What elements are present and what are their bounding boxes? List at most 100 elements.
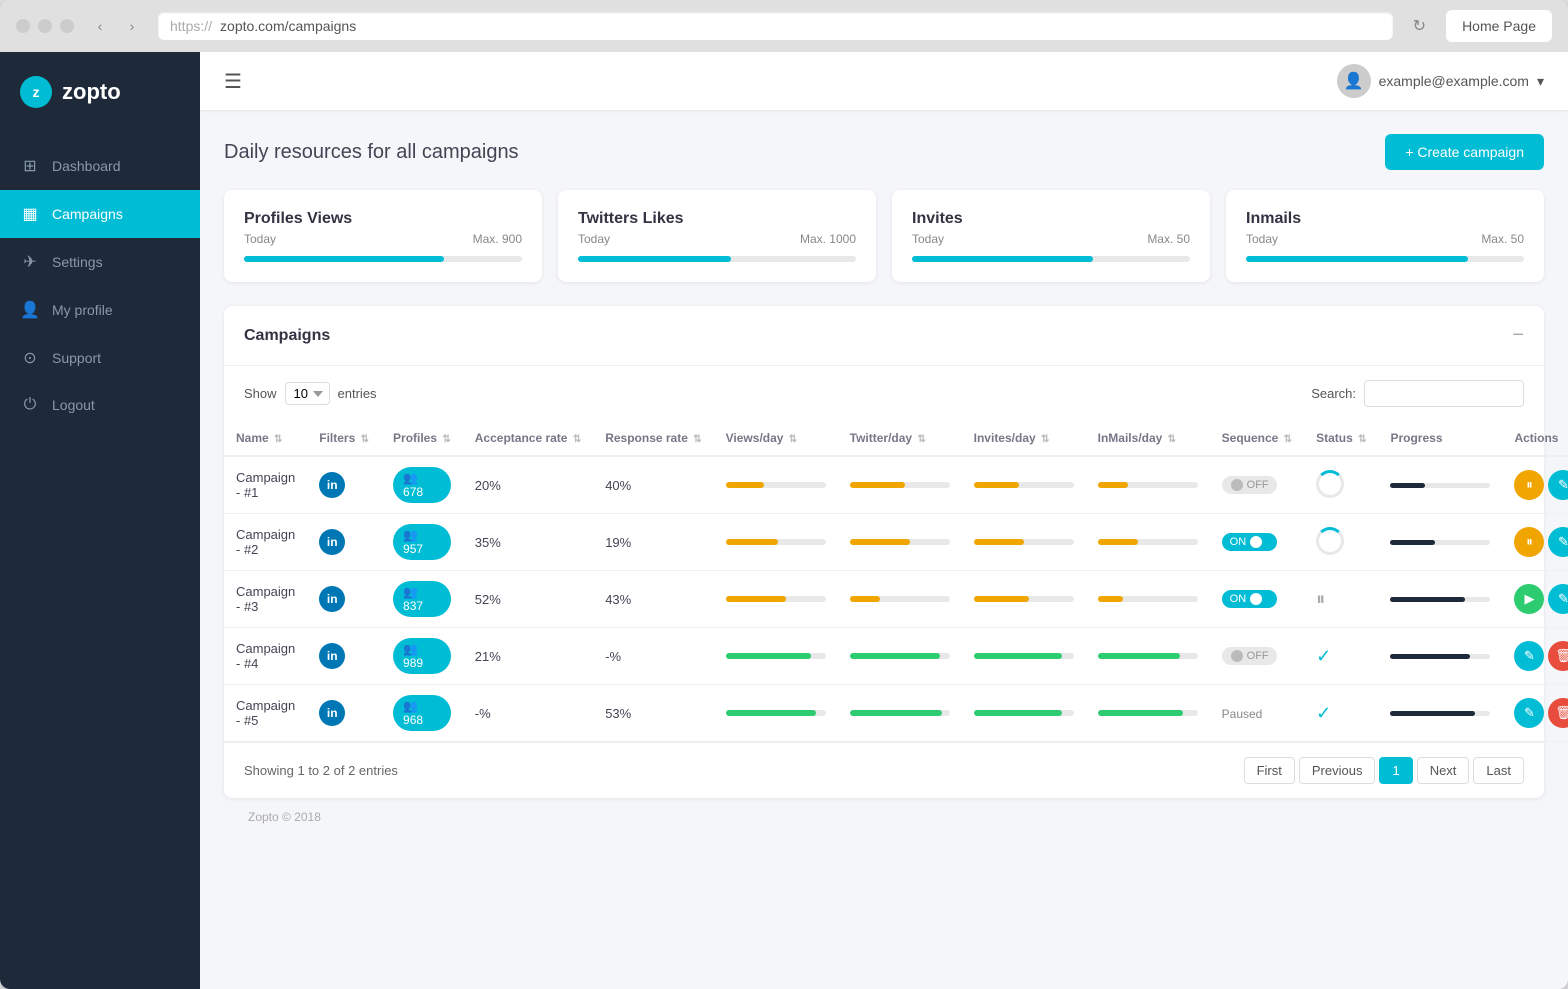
cell-invites <box>962 514 1086 571</box>
page-title: Daily resources for all campaigns <box>224 141 519 164</box>
home-page-button[interactable]: Home Page <box>1446 10 1552 42</box>
sequence-paused: Paused <box>1222 707 1263 721</box>
cell-sequence: OFF <box>1210 628 1304 685</box>
sidebar-item-dashboard[interactable]: ⊞ Dashboard <box>0 142 200 190</box>
stat-subtitle: Today Max. 1000 <box>578 232 856 246</box>
play-button[interactable]: ▶ <box>1514 584 1544 614</box>
sidebar-item-label: Dashboard <box>52 158 121 174</box>
cell-progress <box>1378 628 1502 685</box>
page-header: Daily resources for all campaigns + Crea… <box>224 134 1544 170</box>
back-button[interactable]: ‹ <box>86 12 114 40</box>
cell-filters: in <box>307 685 381 742</box>
cell-invites <box>962 685 1086 742</box>
actions: ✎🗑 <box>1514 698 1568 728</box>
collapse-icon[interactable]: − <box>1512 324 1524 347</box>
table-row: Campaign - #1 in 👥 678 20% 40% OFF <box>224 456 1568 514</box>
logo-icon: z <box>20 76 52 108</box>
stat-title: Inmails <box>1246 210 1524 228</box>
status-spinner <box>1316 527 1344 555</box>
sequence-toggle[interactable]: OFF <box>1222 647 1277 665</box>
actions: ✎🗑 <box>1514 641 1568 671</box>
page-next-button[interactable]: Next <box>1417 757 1470 784</box>
url-protocol: https:// <box>170 18 212 34</box>
show-entries: Show 10 25 50 entries <box>244 382 377 405</box>
sidebar-item-campaigns[interactable]: ▦ Campaigns <box>0 190 200 238</box>
cell-progress <box>1378 571 1502 628</box>
cell-actions: ✎🗑 <box>1502 628 1568 685</box>
status-check: ✓ <box>1316 646 1331 666</box>
entries-select[interactable]: 10 25 50 <box>285 382 330 405</box>
edit-button[interactable]: ✎ <box>1548 584 1568 614</box>
stat-bar <box>578 256 731 262</box>
search-input[interactable] <box>1364 380 1524 407</box>
delete-button[interactable]: 🗑 <box>1548 698 1568 728</box>
cell-filters: in <box>307 456 381 514</box>
progress-bar <box>1390 654 1490 659</box>
page-first-button[interactable]: First <box>1244 757 1295 784</box>
stat-card-twitter-likes: Twitters Likes Today Max. 1000 <box>558 190 876 282</box>
sequence-toggle[interactable]: ON <box>1222 533 1277 551</box>
cell-views <box>714 685 838 742</box>
refresh-icon[interactable]: ↻ <box>1413 16 1426 36</box>
edit-button[interactable]: ✎ <box>1548 470 1568 500</box>
entries-label: entries <box>338 386 377 401</box>
stat-bar <box>912 256 1093 262</box>
dropdown-icon[interactable]: ▾ <box>1537 73 1544 90</box>
cell-acceptance: -% <box>463 685 593 742</box>
content-area: Daily resources for all campaigns + Crea… <box>200 110 1568 860</box>
cell-acceptance: 21% <box>463 628 593 685</box>
cell-views <box>714 628 838 685</box>
cell-inmails <box>1086 571 1210 628</box>
sidebar-item-label: Support <box>52 350 101 366</box>
stat-subtitle: Today Max. 50 <box>1246 232 1524 246</box>
search-area: Search: <box>1311 380 1524 407</box>
sidebar-item-myprofile[interactable]: 👤 My profile <box>0 286 200 334</box>
edit-button[interactable]: ✎ <box>1514 698 1544 728</box>
campaigns-icon: ▦ <box>20 204 40 224</box>
sidebar-item-settings[interactable]: ✈ Settings <box>0 238 200 286</box>
linkedin-badge: in <box>319 529 345 555</box>
page-last-button[interactable]: Last <box>1473 757 1524 784</box>
cell-inmails <box>1086 628 1210 685</box>
linkedin-badge: in <box>319 643 345 669</box>
top-bar: ☰ 👤 example@example.com ▾ <box>200 52 1568 110</box>
actions: ⏸✎🗑 <box>1514 527 1568 557</box>
stat-bar <box>244 256 444 262</box>
sidebar-item-support[interactable]: ⊙ Support <box>0 334 200 382</box>
nav-menu: ⊞ Dashboard ▦ Campaigns ✈ Settings 👤 My … <box>0 132 200 989</box>
footer: Zopto © 2018 <box>224 798 1544 836</box>
cell-response: 40% <box>593 456 713 514</box>
stat-title: Invites <box>912 210 1190 228</box>
linkedin-badge: in <box>319 586 345 612</box>
cell-profiles: 👥 989 <box>381 628 463 685</box>
cell-filters: in <box>307 571 381 628</box>
pause-button[interactable]: ⏸ <box>1514 527 1544 557</box>
hamburger-icon[interactable]: ☰ <box>224 69 242 94</box>
linkedin-badge: in <box>319 700 345 726</box>
main-content: ☰ 👤 example@example.com ▾ Daily resource… <box>200 52 1568 989</box>
sequence-toggle[interactable]: ON <box>1222 590 1277 608</box>
cell-profiles: 👥 837 <box>381 571 463 628</box>
page-previous-button[interactable]: Previous <box>1299 757 1376 784</box>
page-1-button[interactable]: 1 <box>1379 757 1412 784</box>
stat-card-inmails: Inmails Today Max. 50 <box>1226 190 1544 282</box>
create-campaign-button[interactable]: + Create campaign <box>1385 134 1544 170</box>
sequence-toggle[interactable]: OFF <box>1222 476 1277 494</box>
forward-button[interactable]: › <box>118 12 146 40</box>
sidebar-item-logout[interactable]: ⏻ Logout <box>0 382 200 428</box>
progress-bar <box>1390 540 1490 545</box>
stat-title: Profiles Views <box>244 210 522 228</box>
stats-grid: Profiles Views Today Max. 900 Twitters L… <box>224 190 1544 282</box>
cell-status: ⏸ <box>1304 571 1378 628</box>
edit-button[interactable]: ✎ <box>1548 527 1568 557</box>
profiles-badge: 👥 989 <box>393 638 451 674</box>
edit-button[interactable]: ✎ <box>1514 641 1544 671</box>
pause-button[interactable]: ⏸ <box>1514 470 1544 500</box>
cell-progress <box>1378 456 1502 514</box>
pagination-buttons: First Previous 1 Next Last <box>1244 757 1524 784</box>
cell-progress <box>1378 685 1502 742</box>
stat-bar-bg <box>244 256 522 262</box>
address-bar[interactable]: https:// zopto.com/campaigns <box>158 12 1393 40</box>
cell-profiles: 👥 957 <box>381 514 463 571</box>
delete-button[interactable]: 🗑 <box>1548 641 1568 671</box>
